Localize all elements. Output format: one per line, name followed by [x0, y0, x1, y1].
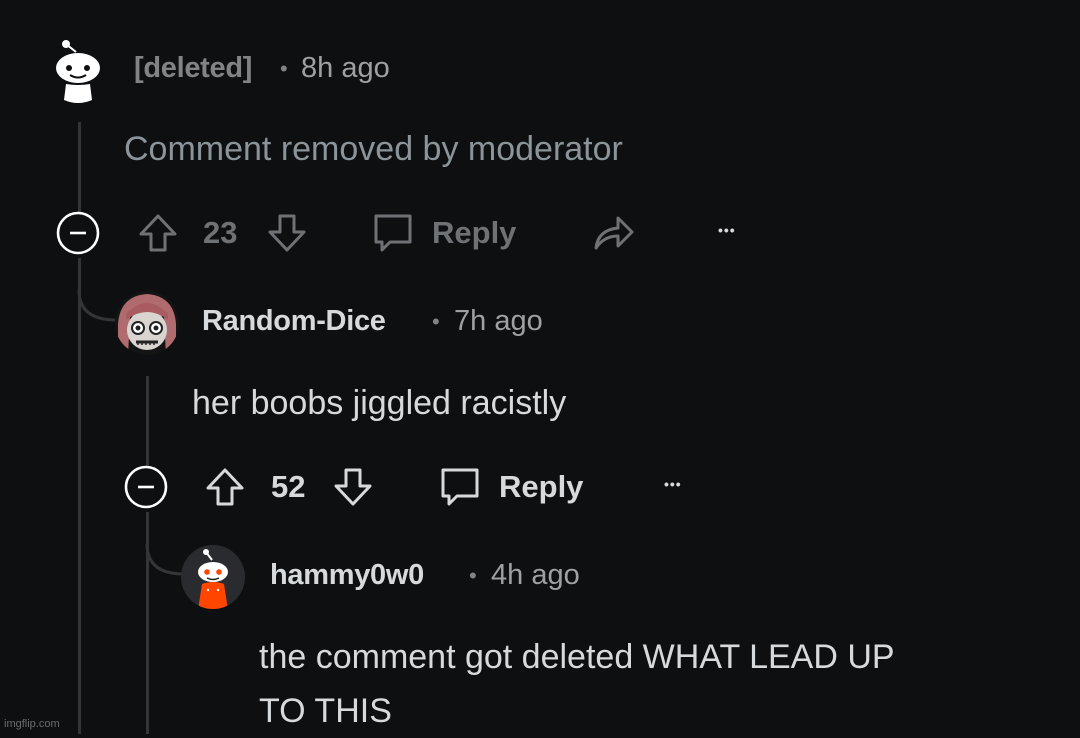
- comment-timestamp: 4h ago: [491, 559, 580, 591]
- more-options-button[interactable]: •••: [664, 476, 682, 492]
- more-options-button[interactable]: •••: [718, 222, 736, 238]
- snoo-avatar-icon[interactable]: [180, 544, 246, 610]
- deleted-snoo-icon[interactable]: [52, 38, 104, 106]
- collapse-minus-icon[interactable]: [123, 464, 169, 510]
- comment-timestamp: 7h ago: [454, 305, 543, 337]
- thread-line-level-1[interactable]: [78, 122, 81, 212]
- comment-username[interactable]: hammy0w0: [270, 559, 424, 592]
- thread-line-level-1[interactable]: [78, 258, 81, 734]
- comment-body-line: TO THIS: [259, 692, 392, 730]
- comment-body-line: the comment got deleted WHAT LEAD UP: [259, 638, 895, 676]
- meta-separator: •: [280, 56, 288, 81]
- comment-body: the comment got deleted WHAT LEAD UP TO …: [259, 630, 895, 738]
- comment-body: Comment removed by moderator: [124, 130, 623, 168]
- anime-avatar-icon[interactable]: [114, 290, 180, 356]
- vote-count: 23: [203, 215, 238, 250]
- meta-separator: •: [469, 563, 477, 588]
- collapse-minus-icon[interactable]: [55, 210, 101, 256]
- downvote-arrow-icon[interactable]: [332, 466, 374, 508]
- vote-count: 52: [271, 469, 306, 504]
- meta-separator: •: [432, 309, 440, 334]
- downvote-arrow-icon[interactable]: [266, 212, 308, 254]
- upvote-arrow-icon[interactable]: [204, 466, 246, 508]
- reply-bubble-icon[interactable]: [370, 210, 416, 256]
- comment-username[interactable]: Random-Dice: [202, 305, 386, 338]
- reply-button[interactable]: Reply: [499, 469, 583, 505]
- thread-line-level-2[interactable]: [146, 376, 149, 466]
- comment-username[interactable]: [deleted]: [134, 52, 252, 85]
- share-arrow-icon[interactable]: [592, 212, 636, 254]
- imgflip-watermark: imgflip.com: [4, 718, 60, 730]
- reply-bubble-icon[interactable]: [437, 464, 483, 510]
- comment-body: her boobs jiggled racistly: [192, 384, 567, 422]
- upvote-arrow-icon[interactable]: [137, 212, 179, 254]
- comment-timestamp: 8h ago: [301, 52, 390, 84]
- reply-button[interactable]: Reply: [432, 215, 516, 251]
